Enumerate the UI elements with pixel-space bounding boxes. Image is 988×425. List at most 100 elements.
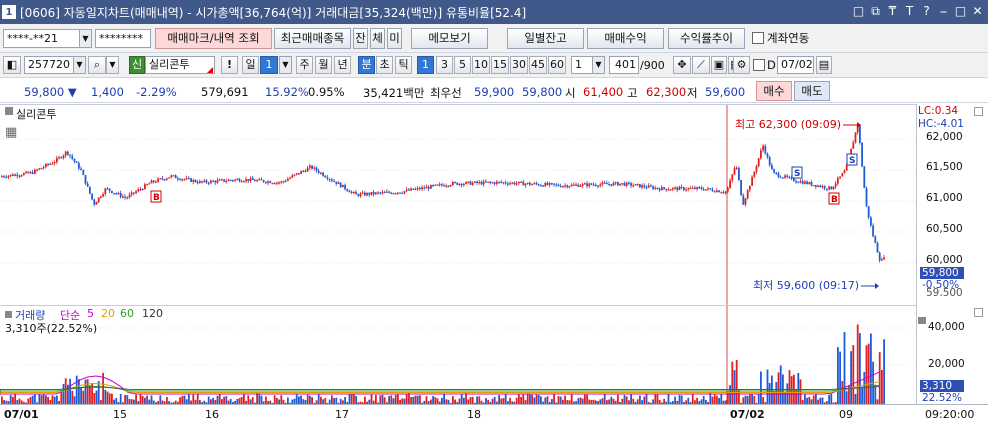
unfilled-button[interactable]: 미 xyxy=(387,28,402,49)
price-chart-panel[interactable]: B S B S xyxy=(0,104,916,305)
minimize-icon[interactable]: ⎯ xyxy=(935,2,952,20)
volume-axis-toggle-icon[interactable] xyxy=(918,317,926,324)
candle-body xyxy=(273,183,276,185)
candlestick-chart[interactable]: B S B S xyxy=(0,105,916,305)
volume-bar xyxy=(861,386,863,405)
interval-10[interactable]: 10 xyxy=(472,56,490,74)
date-checkbox[interactable] xyxy=(753,59,765,71)
period-second[interactable]: 초 xyxy=(376,56,393,74)
candle-body xyxy=(51,163,54,165)
chart-menu-icon[interactable]: ◧ xyxy=(3,56,21,74)
candle-body xyxy=(740,180,742,196)
help-icon[interactable]: ? xyxy=(918,2,935,20)
volume-axis-settings-icon[interactable] xyxy=(974,308,983,317)
alert-button[interactable]: ! xyxy=(221,56,238,74)
interval-60[interactable]: 60 xyxy=(548,56,566,74)
account-select[interactable]: ****-**21 xyxy=(3,29,80,48)
volume-chart-panel[interactable] xyxy=(0,305,916,405)
date-15: 15 xyxy=(113,408,127,421)
candle-body xyxy=(416,187,419,190)
volume-bar xyxy=(71,390,74,405)
line-tool-icon[interactable]: ⟋ xyxy=(692,56,710,74)
candle-body xyxy=(137,189,140,192)
account-dropdown-icon[interactable]: ▼ xyxy=(79,29,92,48)
count-input[interactable]: 1 xyxy=(571,56,593,74)
candle-body xyxy=(546,182,549,185)
buy-button[interactable]: 매수 xyxy=(756,81,792,101)
search-icon[interactable]: ⌕ xyxy=(88,56,106,74)
screen-icon[interactable]: □ xyxy=(850,2,867,20)
trade-marker-letter: B xyxy=(153,193,160,203)
candle-body xyxy=(16,174,19,177)
copy-window-icon[interactable]: ⧉ xyxy=(867,2,884,20)
filled-button[interactable]: 체 xyxy=(370,28,385,49)
save-icon[interactable]: ▣ xyxy=(711,56,727,74)
candle-body xyxy=(394,193,397,195)
candle-body xyxy=(614,182,617,184)
candle-body xyxy=(683,187,685,190)
bar-count-input[interactable]: 401 xyxy=(609,56,639,74)
recent-trades-button[interactable]: 최근매매종목 xyxy=(274,28,351,49)
date-input[interactable]: 07/02 xyxy=(777,56,814,74)
balance-button[interactable]: 잔 xyxy=(353,28,368,49)
close-icon[interactable]: ✕ xyxy=(969,2,986,20)
interval-30[interactable]: 30 xyxy=(510,56,528,74)
return-trend-button[interactable]: 수익률추이 xyxy=(668,28,745,49)
trade-amount: 35,421백만 xyxy=(363,86,425,100)
period-tick[interactable]: 틱 xyxy=(395,56,412,74)
candle-body xyxy=(628,182,630,184)
period-value[interactable]: 1 xyxy=(260,56,278,74)
account-toolbar: ****-**21 ▼ ******** 매매마크/내역 조회 최근매매종목 잔… xyxy=(0,24,988,53)
daily-balance-button[interactable]: 일별잔고 xyxy=(507,28,584,49)
candle-body xyxy=(148,183,151,185)
candle-body xyxy=(328,179,331,181)
code-dropdown-icon[interactable]: ▼ xyxy=(73,56,86,74)
period-week[interactable]: 주 xyxy=(296,56,313,74)
candle-body xyxy=(27,171,30,174)
candle-body xyxy=(592,184,595,186)
period-minute[interactable]: 분 xyxy=(358,56,375,74)
period-year[interactable]: 년 xyxy=(334,56,351,74)
trade-profit-button[interactable]: 매매수익 xyxy=(587,28,664,49)
interval-45[interactable]: 45 xyxy=(529,56,547,74)
panel-toggle-icon[interactable] xyxy=(5,107,13,115)
axis-settings-icon[interactable] xyxy=(974,107,983,116)
candle-body xyxy=(518,181,520,184)
search-dropdown-icon[interactable]: ▼ xyxy=(106,56,119,74)
hc-label: HC:-4.01 xyxy=(918,118,964,130)
calendar-icon[interactable]: ▤ xyxy=(816,56,832,74)
interval-3[interactable]: 3 xyxy=(436,56,453,74)
font-icon[interactable]: T xyxy=(901,2,918,20)
candle-body xyxy=(463,183,465,186)
settings-gear-icon[interactable]: ⚙ xyxy=(733,56,750,74)
password-input[interactable]: ******** xyxy=(95,29,151,48)
interval-15[interactable]: 15 xyxy=(491,56,509,74)
period-month[interactable]: 월 xyxy=(315,56,332,74)
stock-code-input[interactable]: 257720 xyxy=(24,56,74,74)
period-day-label[interactable]: 일 xyxy=(242,56,259,74)
candle-body xyxy=(474,181,476,183)
high-annotation: 최고 62,300 (09:09) xyxy=(735,118,842,131)
period-dropdown-icon[interactable]: ▼ xyxy=(279,56,292,74)
memo-view-button[interactable]: 메모보기 xyxy=(411,28,488,49)
interval-1[interactable]: 1 xyxy=(417,56,434,74)
candle-body xyxy=(104,188,107,195)
count-dropdown-icon[interactable]: ▼ xyxy=(592,56,605,74)
candle-body xyxy=(815,185,817,187)
interval-5[interactable]: 5 xyxy=(454,56,471,74)
candle-body xyxy=(573,184,575,186)
maximize-icon[interactable]: □ xyxy=(952,2,969,20)
crosshair-tool-icon[interactable]: ✥ xyxy=(673,56,691,74)
sell-button[interactable]: 매도 xyxy=(794,81,830,101)
volume-chart[interactable] xyxy=(0,306,916,405)
candle-body xyxy=(36,169,38,171)
account-link-checkbox[interactable] xyxy=(752,32,764,44)
candle-body xyxy=(331,179,333,181)
volume-toggle-icon[interactable] xyxy=(5,311,12,318)
stock-name-field[interactable]: 실리콘투 xyxy=(145,56,215,74)
candle-body xyxy=(258,179,261,181)
table-view-icon[interactable]: ▦ xyxy=(5,125,17,140)
candle-body xyxy=(135,191,137,194)
pin-icon[interactable]: ₸ xyxy=(884,2,901,20)
trade-mark-query-button[interactable]: 매매마크/내역 조회 xyxy=(155,28,272,49)
